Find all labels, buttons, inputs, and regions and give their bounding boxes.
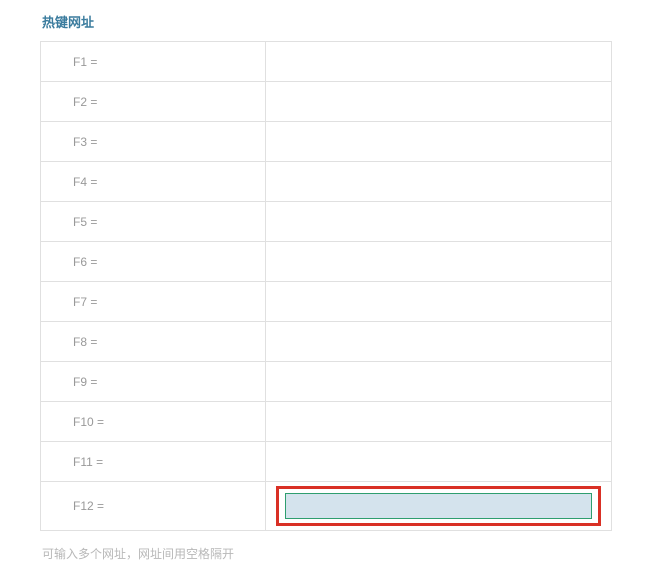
- hotkey-label: F12 =: [41, 482, 266, 531]
- hotkey-label: F11 =: [41, 442, 266, 482]
- hotkey-row-f1: F1 =: [41, 42, 612, 82]
- hotkey-row-f3: F3 =: [41, 122, 612, 162]
- highlight-box: [276, 486, 601, 526]
- hotkey-value-cell-f1[interactable]: [266, 42, 612, 82]
- hotkey-label: F8 =: [41, 322, 266, 362]
- hotkey-value-cell-f10[interactable]: [266, 402, 612, 442]
- hotkey-row-f11: F11 =: [41, 442, 612, 482]
- hotkey-row-f7: F7 =: [41, 282, 612, 322]
- hotkey-label: F5 =: [41, 202, 266, 242]
- hotkey-label: F10 =: [41, 402, 266, 442]
- hotkey-row-f2: F2 =: [41, 82, 612, 122]
- hotkey-row-f5: F5 =: [41, 202, 612, 242]
- hotkey-row-f12: F12 =: [41, 482, 612, 531]
- hotkey-value-cell-f3[interactable]: [266, 122, 612, 162]
- hotkey-row-f10: F10 =: [41, 402, 612, 442]
- hotkey-label: F2 =: [41, 82, 266, 122]
- hotkey-row-f8: F8 =: [41, 322, 612, 362]
- hotkey-url-panel: 热键网址 F1 = F2 = F3 = F4 = F5 =: [0, 0, 652, 562]
- hotkey-value-cell-f11[interactable]: [266, 442, 612, 482]
- hotkey-label: F1 =: [41, 42, 266, 82]
- hotkey-value-cell-f9[interactable]: [266, 362, 612, 402]
- hotkey-label: F3 =: [41, 122, 266, 162]
- hotkey-label: F6 =: [41, 242, 266, 282]
- hotkey-value-cell-f8[interactable]: [266, 322, 612, 362]
- hotkey-value-cell-f4[interactable]: [266, 162, 612, 202]
- hotkey-row-f9: F9 =: [41, 362, 612, 402]
- hotkey-url-input-f12[interactable]: [285, 493, 592, 519]
- hotkey-value-cell-f7[interactable]: [266, 282, 612, 322]
- section-title: 热键网址: [40, 12, 612, 31]
- hotkey-value-cell-f12: [266, 482, 612, 531]
- hotkey-value-cell-f2[interactable]: [266, 82, 612, 122]
- hotkey-row-f4: F4 =: [41, 162, 612, 202]
- hotkey-table: F1 = F2 = F3 = F4 = F5 = F6 =: [40, 41, 612, 531]
- hotkey-label: F4 =: [41, 162, 266, 202]
- hotkey-label: F7 =: [41, 282, 266, 322]
- hotkey-row-f6: F6 =: [41, 242, 612, 282]
- hotkey-value-cell-f6[interactable]: [266, 242, 612, 282]
- hotkey-label: F9 =: [41, 362, 266, 402]
- footer-hint: 可输入多个网址，网址间用空格隔开: [40, 545, 612, 562]
- hotkey-value-cell-f5[interactable]: [266, 202, 612, 242]
